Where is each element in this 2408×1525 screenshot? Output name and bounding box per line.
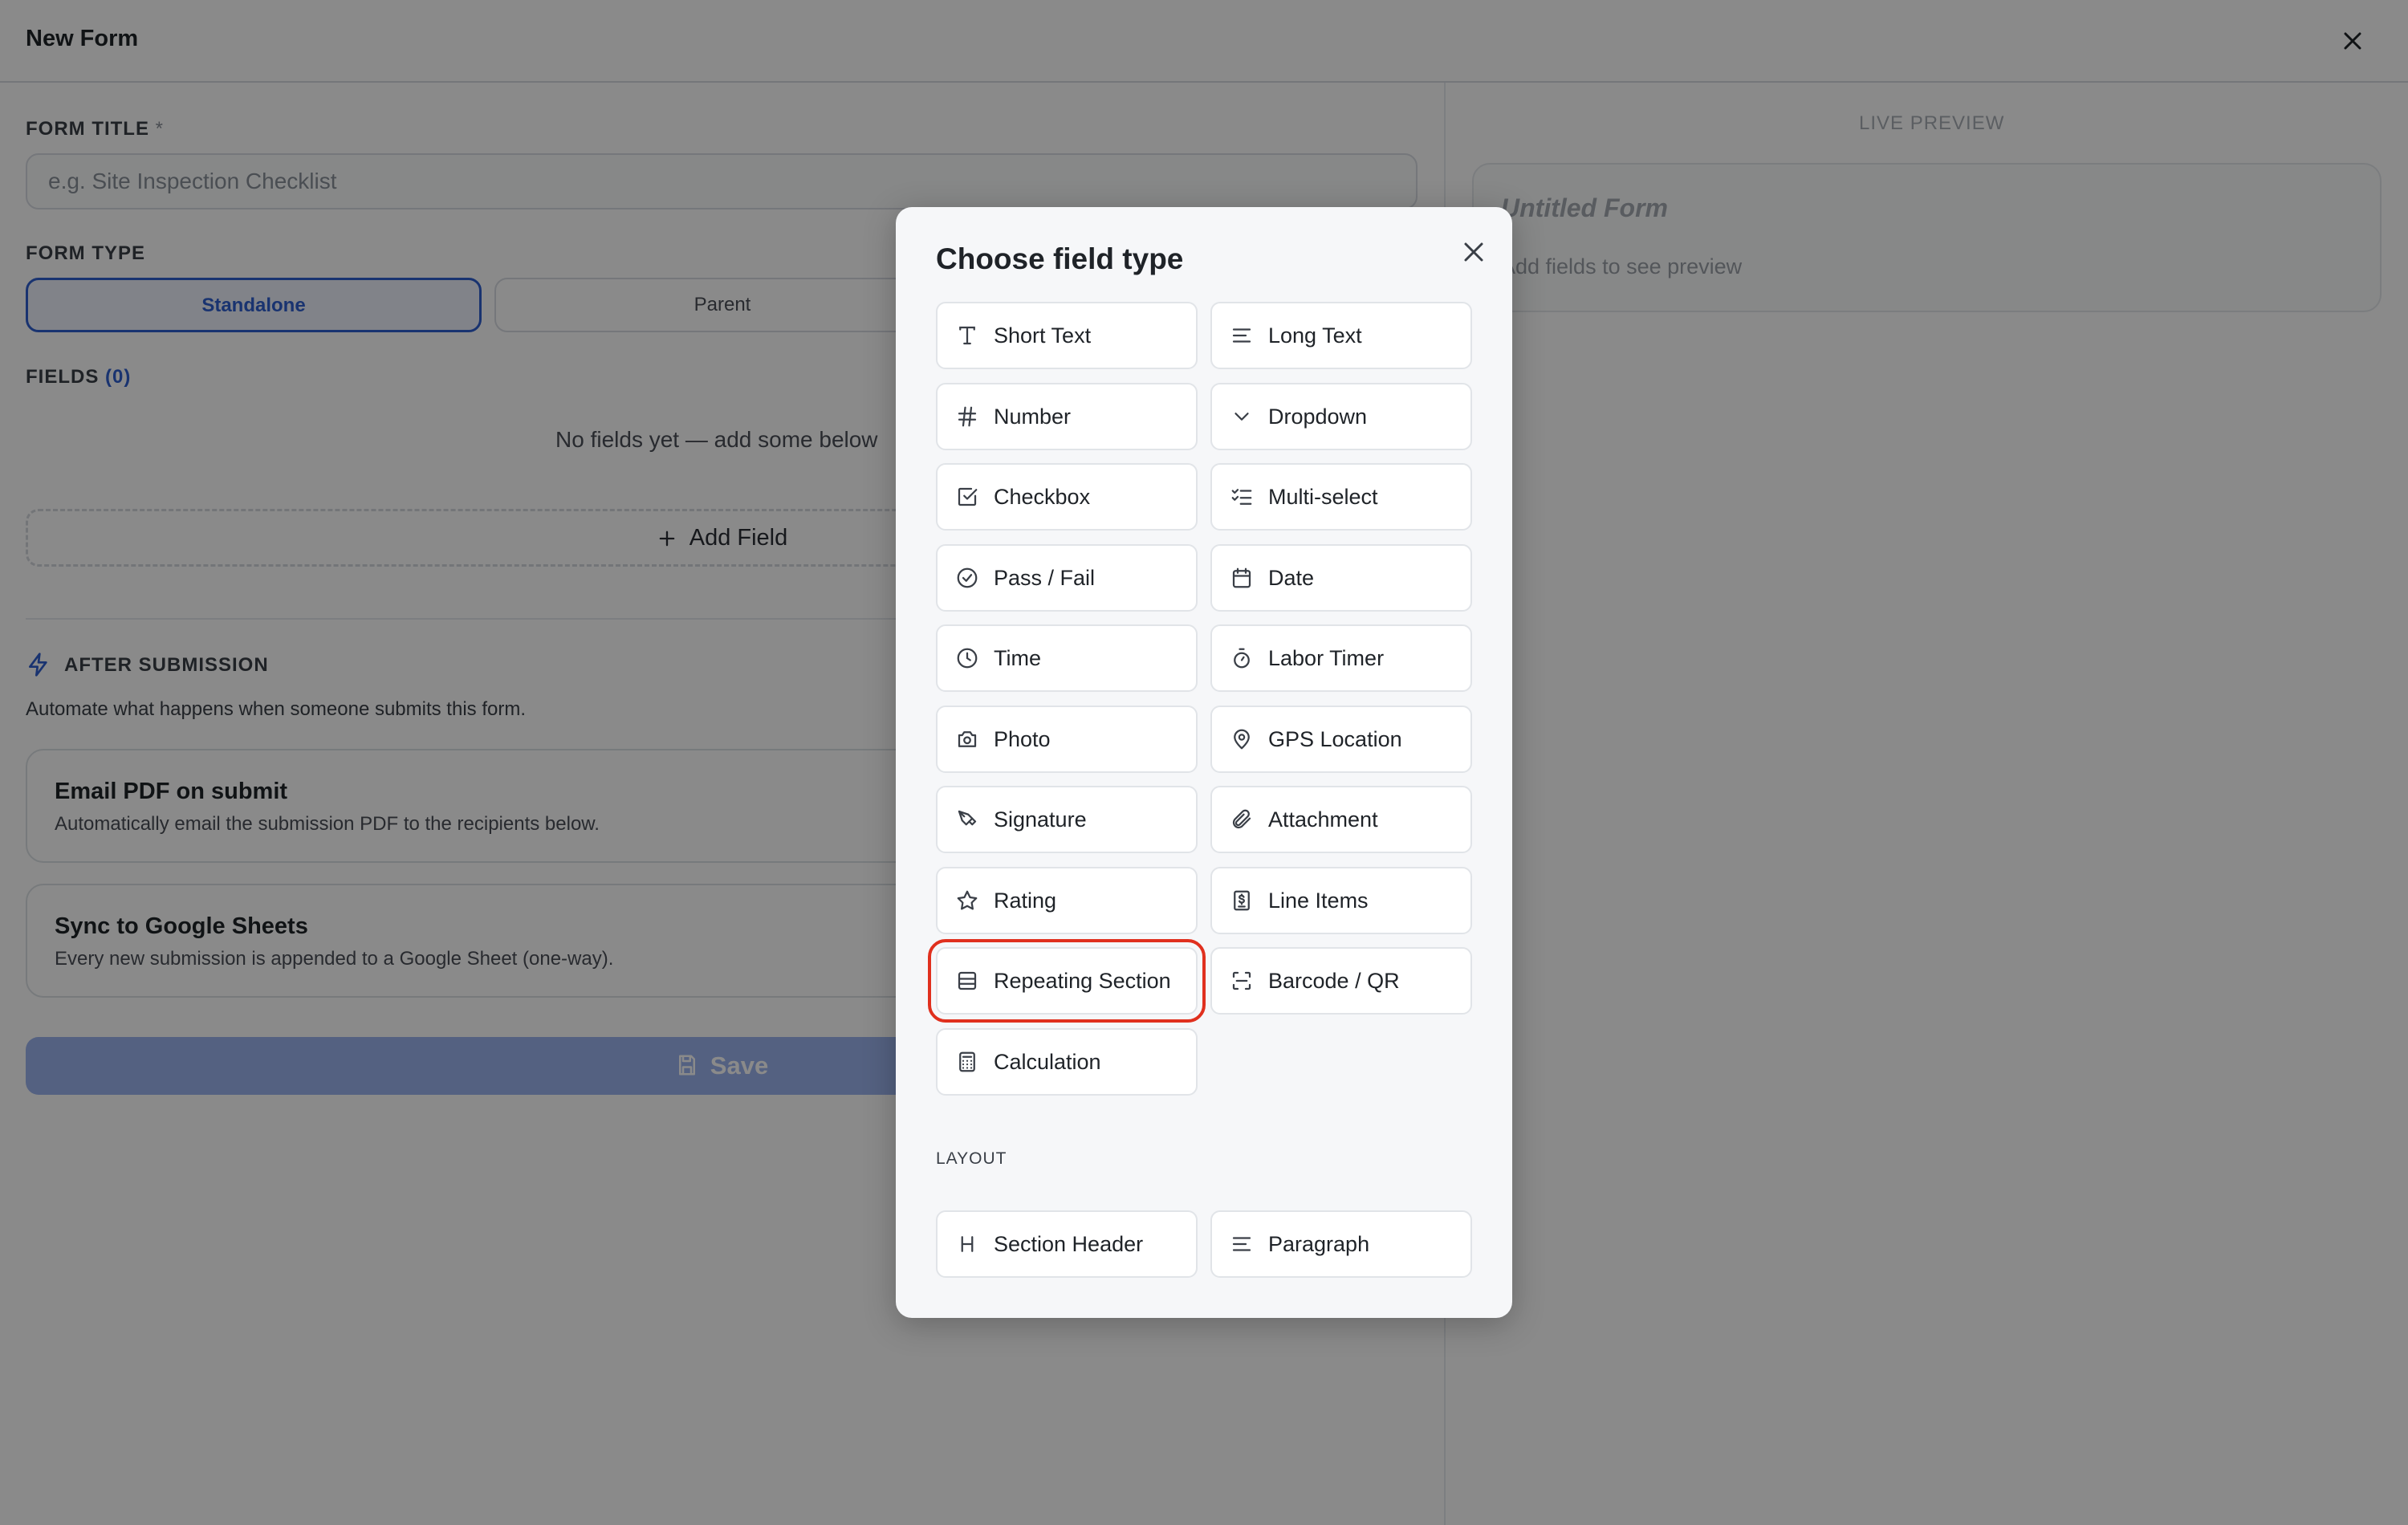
field-type-attachment[interactable]: Attachment xyxy=(1210,786,1472,853)
layout-type-paragraph[interactable]: Paragraph xyxy=(1210,1210,1472,1278)
field-type-barcode-qr[interactable]: Barcode / QR xyxy=(1210,947,1472,1015)
field-type-gps-location[interactable]: GPS Location xyxy=(1210,706,1472,773)
stopwatch-icon xyxy=(1230,646,1254,670)
clock-icon xyxy=(955,646,979,670)
field-type-label: Photo xyxy=(994,726,1051,751)
receipt-icon xyxy=(1230,889,1254,913)
field-type-labor-timer[interactable]: Labor Timer xyxy=(1210,624,1472,692)
field-type-dropdown[interactable]: Dropdown xyxy=(1210,383,1472,450)
scan-icon xyxy=(1230,969,1254,993)
field-type-label: Signature xyxy=(994,807,1087,832)
field-type-label: Dropdown xyxy=(1268,404,1368,429)
field-type-modal: Choose field type Short Text Long Text N… xyxy=(896,207,1512,1318)
layout-type-section-header[interactable]: Section Header xyxy=(936,1210,1198,1278)
field-type-signature[interactable]: Signature xyxy=(936,786,1198,853)
pen-icon xyxy=(955,807,979,832)
field-type-label: Line Items xyxy=(1268,888,1369,913)
field-type-label: Multi-select xyxy=(1268,484,1378,509)
calendar-icon xyxy=(1230,566,1254,590)
field-type-label: Checkbox xyxy=(994,484,1091,509)
field-type-long-text[interactable]: Long Text xyxy=(1210,302,1472,369)
field-type-label: Time xyxy=(994,645,1041,670)
circle-check-icon xyxy=(955,566,979,590)
heading-icon xyxy=(955,1232,979,1256)
field-type-line-items[interactable]: Line Items xyxy=(1210,867,1472,934)
field-type-short-text[interactable]: Short Text xyxy=(936,302,1198,369)
field-type-label: Section Header xyxy=(994,1231,1144,1256)
field-type-multi-select[interactable]: Multi-select xyxy=(1210,463,1472,531)
field-type-label: Repeating Section xyxy=(994,968,1171,993)
list-checks-icon xyxy=(1230,485,1254,509)
rows-icon xyxy=(955,969,979,993)
modal-title: Choose field type xyxy=(936,242,1184,275)
align-left-icon xyxy=(1230,323,1254,348)
modal-close-icon[interactable] xyxy=(1458,236,1490,268)
field-type-label: Paragraph xyxy=(1268,1231,1370,1256)
field-type-checkbox[interactable]: Checkbox xyxy=(936,463,1198,531)
paragraph-icon xyxy=(1230,1232,1254,1256)
field-type-label: Date xyxy=(1268,565,1315,590)
paperclip-icon xyxy=(1230,807,1254,832)
field-type-pass-fail[interactable]: Pass / Fail xyxy=(936,544,1198,612)
star-icon xyxy=(955,889,979,913)
field-type-label: Labor Timer xyxy=(1268,645,1385,670)
field-type-photo[interactable]: Photo xyxy=(936,706,1198,773)
field-type-repeating-section[interactable]: Repeating Section xyxy=(928,939,1206,1023)
text-t-icon xyxy=(955,323,979,348)
field-type-label: GPS Location xyxy=(1268,726,1402,751)
field-type-date[interactable]: Date xyxy=(1210,544,1472,612)
layout-section-label: LAYOUT xyxy=(936,1149,1007,1168)
map-pin-icon xyxy=(1230,727,1254,751)
field-type-label: Number xyxy=(994,404,1072,429)
calculator-icon xyxy=(955,1050,979,1074)
field-type-label: Attachment xyxy=(1268,807,1378,832)
field-type-rating[interactable]: Rating xyxy=(936,867,1198,934)
field-type-label: Barcode / QR xyxy=(1268,968,1400,993)
field-type-label: Pass / Fail xyxy=(994,565,1096,590)
hash-icon xyxy=(955,405,979,429)
field-type-label: Calculation xyxy=(994,1049,1101,1074)
checkbox-icon xyxy=(955,485,979,509)
camera-icon xyxy=(955,727,979,751)
field-type-number[interactable]: Number xyxy=(936,383,1198,450)
field-type-label: Short Text xyxy=(994,323,1092,348)
chevron-down-icon xyxy=(1230,405,1254,429)
field-type-label: Long Text xyxy=(1268,323,1362,348)
field-type-label: Rating xyxy=(994,888,1057,913)
field-type-calculation[interactable]: Calculation xyxy=(936,1028,1198,1096)
field-type-time[interactable]: Time xyxy=(936,624,1198,692)
